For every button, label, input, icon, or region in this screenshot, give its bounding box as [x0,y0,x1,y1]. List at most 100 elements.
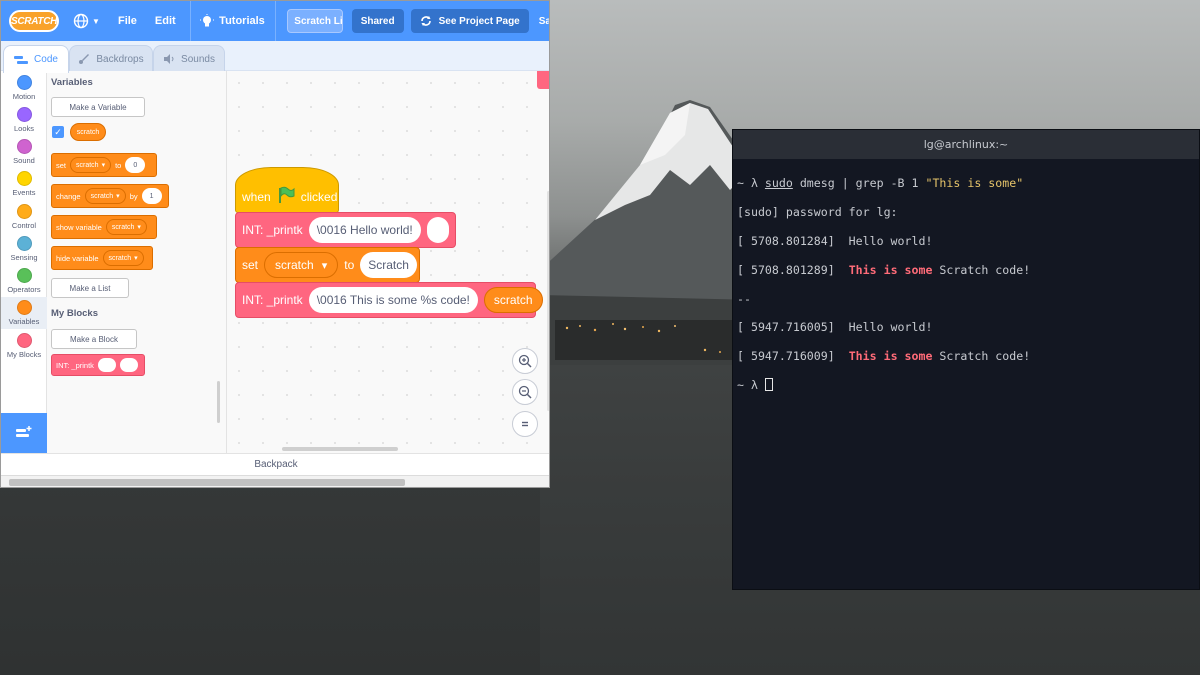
category-sound[interactable]: Sound [1,139,47,169]
operators-dot [16,268,32,283]
tab-backdrops-label: Backdrops [96,53,144,65]
paintbrush-icon [79,54,90,64]
block-text: hide variable [56,253,99,263]
menu-bar: SCRATCH ▼ File Edit Tutorials Scratch Li… [1,1,549,41]
zoom-reset-button[interactable] [512,411,538,437]
edit-menu[interactable]: Edit [155,15,176,27]
category-motion[interactable]: Motion [1,75,47,105]
variable-dropdown[interactable]: scratch [264,252,339,278]
add-extension-button[interactable] [1,413,47,453]
set-variable-block[interactable]: set scratch to 0 [51,153,157,177]
variable-dropdown[interactable]: scratch [70,157,112,173]
backpack-bar[interactable]: Backpack [1,453,549,475]
refresh-icon [420,16,431,26]
terminal-line: [ 5708.801289] This is some Scratch code… [737,262,1031,277]
window-horizontal-scrollbar[interactable] [1,475,549,487]
block-palette: Variables Make a Variable ✓ scratch set … [47,71,227,453]
value-input[interactable]: 1 [141,188,162,204]
terminal-prompt-line[interactable]: ~ λ [737,378,1199,392]
terminal-cursor [764,378,773,392]
terminal-line: [sudo] password for lg: [737,205,898,220]
category-control[interactable]: Control [1,204,47,234]
set-scratch-block[interactable]: set scratch to Scratch [235,247,420,283]
code-icon [14,55,29,64]
tab-sounds[interactable]: Sounds [153,45,225,72]
printk-palette-block[interactable]: INT: _printk [51,354,145,376]
printk-empty-input[interactable] [426,217,449,243]
globe-icon [73,13,89,29]
workspace-vertical-scrollbar[interactable] [547,191,549,411]
printk-string-input[interactable]: \0016 This is some %s code! [308,287,478,313]
variable-reporter[interactable]: scratch [70,123,106,141]
tab-backdrops[interactable]: Backdrops [69,45,153,72]
set-value-input[interactable]: Scratch [360,252,417,278]
category-menu: Motion Looks Sound Events Control Sensin… [1,71,47,413]
terminal-window[interactable]: lg@archlinux:~ ~ λ sudo dmesg | grep -B … [732,129,1200,590]
scratch-window: SCRATCH ▼ File Edit Tutorials Scratch Li… [0,0,550,488]
scratch-logo[interactable]: SCRATCH [9,10,60,32]
category-variables[interactable]: Variables [1,297,47,329]
variable-dropdown[interactable]: scratch [84,188,126,204]
control-dot [16,204,32,219]
terminal-line: [ 5947.716009] This is some Scratch code… [737,349,1031,364]
category-sensing[interactable]: Sensing [1,236,47,266]
printk-block-2[interactable]: INT: _printk \0016 This is some %s code!… [235,282,543,318]
palette-scrollbar[interactable] [217,381,220,423]
category-label: Operators [7,285,41,294]
tutorials-button[interactable]: Tutorials [200,14,265,28]
category-label: My Blocks [6,350,42,359]
zoom-out-icon [518,385,532,399]
zoom-in-icon [518,354,532,368]
project-title-input[interactable]: Scratch Linux Kern... [287,9,343,33]
speaker-icon [164,54,174,64]
block-text: by [129,191,138,201]
variable-dropdown[interactable]: scratch [105,219,147,235]
variable-dropdown[interactable]: scratch [102,250,144,266]
change-variable-block[interactable]: change scratch by 1 [51,184,169,208]
terminal-output[interactable]: ~ λ sudo dmesg | grep -B 1 "This is some… [733,159,1199,421]
see-project-page-button[interactable]: See Project Page [410,9,529,33]
category-operators[interactable]: Operators [1,268,47,298]
shared-button[interactable]: Shared [351,9,404,33]
my-blocks-dot [16,333,32,348]
make-block-button[interactable]: Make a Block [51,329,137,349]
make-list-button[interactable]: Make a List [51,278,129,298]
category-label: Variables [8,317,40,326]
zoom-out-button[interactable] [512,379,538,405]
category-looks[interactable]: Looks [1,107,47,137]
category-label: Control [11,221,37,230]
scrollbar-thumb[interactable] [9,479,405,486]
town-lights [555,320,735,360]
terminal-line: [ 5708.801284] Hello world! [737,234,933,249]
printk-block-1[interactable]: INT: _printk \0016 Hello world! [235,212,456,248]
make-variable-button[interactable]: Make a Variable [51,97,145,117]
category-events[interactable]: Events [1,171,47,201]
lightbulb-icon [200,14,215,27]
block-text: show variable [56,222,102,232]
my-blocks-heading: My Blocks [51,308,98,319]
tab-code-label: Code [34,54,58,65]
show-variable-block[interactable]: show variable scratch [51,215,157,239]
variable-checkbox[interactable]: ✓ [52,126,64,138]
tab-code[interactable]: Code [3,45,69,73]
printk-string-input[interactable]: \0016 Hello world! [308,217,421,243]
file-menu[interactable]: File [118,15,137,27]
variables-heading: Variables [51,77,93,88]
workspace-horizontal-scrollbar[interactable] [282,447,398,451]
category-label: Events [12,188,36,197]
events-dot [16,171,32,186]
language-menu[interactable]: ▼ [73,13,100,29]
when-flag-clicked-block[interactable]: when clicked [235,167,339,213]
save-menu-truncated[interactable]: Sa [539,16,549,27]
value-input[interactable]: 0 [125,157,146,173]
hat-when-text: when [242,190,271,204]
sensing-dot [16,236,32,251]
tab-sounds-label: Sounds [181,53,215,65]
hide-variable-block[interactable]: hide variable scratch [51,246,153,270]
block-text: INT: _printk [56,360,94,370]
zoom-in-button[interactable] [512,348,538,374]
scratch-variable-reporter[interactable]: scratch [483,287,543,313]
green-flag-icon [278,186,295,203]
category-my-blocks[interactable]: My Blocks [1,333,47,363]
hat-clicked-text: clicked [300,190,338,204]
